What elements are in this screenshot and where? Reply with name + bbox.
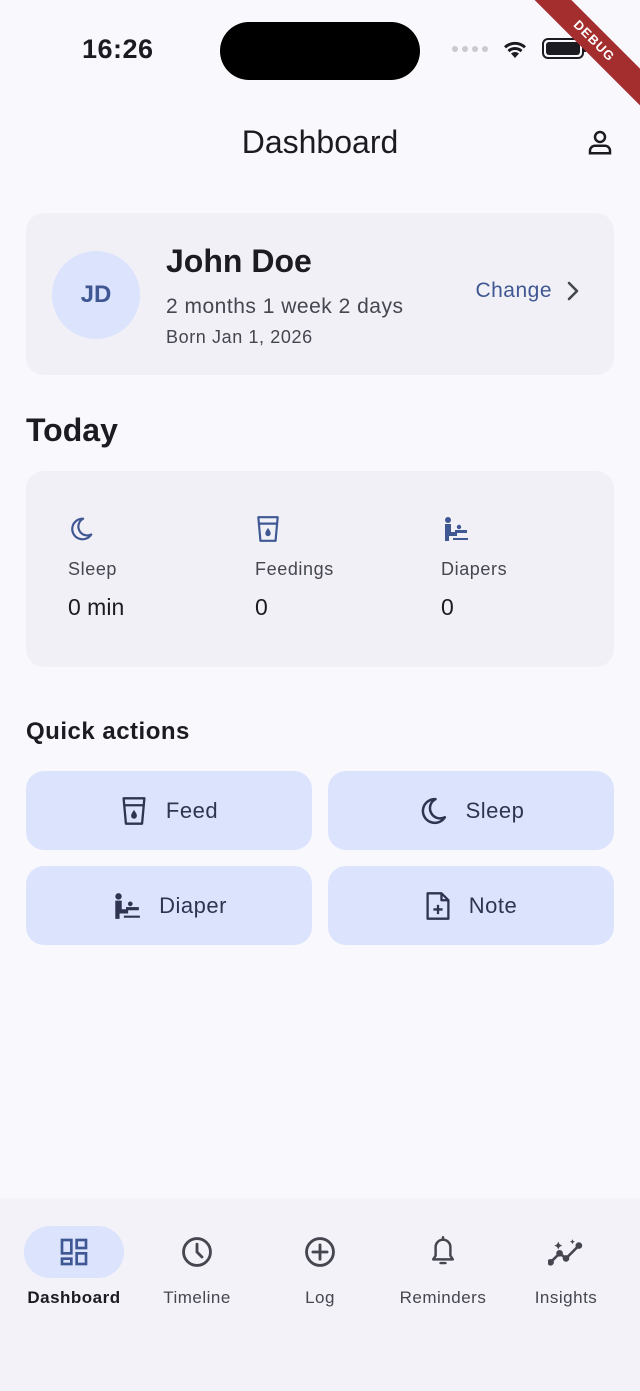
- status-time: 16:26: [82, 34, 154, 64]
- diaper-icon: [115, 892, 141, 919]
- stat-feedings: Feedings 0: [255, 515, 415, 621]
- baby-birthdate: Born Jan 1, 2026: [166, 327, 313, 347]
- today-heading: Today: [26, 412, 118, 448]
- nav-label: Log: [305, 1288, 335, 1307]
- change-baby-button[interactable]: Change: [475, 279, 580, 303]
- bottle-icon: [257, 516, 279, 542]
- baby-name: John Doe: [166, 243, 312, 279]
- add-circle-icon: [305, 1237, 335, 1267]
- signal-icon: [452, 45, 488, 52]
- stat-label: Feedings: [255, 559, 334, 579]
- nav-item-reminders[interactable]: Reminders: [381, 1226, 505, 1308]
- stat-label: Diapers: [441, 559, 508, 579]
- diaper-button-label: Diaper: [159, 892, 227, 918]
- page-title: Dashboard: [241, 124, 399, 160]
- nav-label: Reminders: [399, 1288, 487, 1307]
- note-button[interactable]: Note: [328, 866, 614, 945]
- baby-age: 2 months 1 week 2 days: [166, 295, 404, 318]
- dashboard-screen: 16:26 DEBUG Dashboard JD John Doe 2 mont…: [0, 0, 640, 1391]
- nav-label: Timeline: [163, 1288, 231, 1307]
- person-icon: [588, 130, 612, 155]
- stat-sleep: Sleep 0 min: [68, 515, 228, 621]
- nav-item-timeline[interactable]: Timeline: [135, 1226, 259, 1308]
- baby-profile-card: JD John Doe 2 months 1 week 2 days Born …: [26, 213, 614, 375]
- nav-item-dashboard[interactable]: Dashboard: [12, 1226, 136, 1308]
- today-summary-card: Sleep 0 min Feedings 0 Diapers 0: [26, 471, 614, 667]
- chevron-right-icon: [567, 281, 579, 301]
- quick-actions-heading: Quick actions: [26, 718, 190, 745]
- diaper-icon: [445, 517, 468, 541]
- nav-label: Insights: [534, 1288, 598, 1307]
- stat-label: Sleep: [68, 559, 118, 579]
- stat-value: 0: [441, 594, 454, 620]
- profile-button[interactable]: [582, 124, 618, 160]
- note-add-icon: [426, 891, 450, 920]
- stat-value: 0 min: [68, 594, 125, 620]
- stat-diapers: Diapers 0: [441, 515, 601, 621]
- nav-label: Dashboard: [27, 1288, 121, 1307]
- nav-item-insights[interactable]: Insights: [504, 1226, 628, 1308]
- diaper-button[interactable]: Diaper: [26, 866, 312, 945]
- bottle-icon: [122, 796, 146, 825]
- nav-item-log[interactable]: Log: [258, 1226, 382, 1308]
- feed-button-label: Feed: [165, 797, 219, 823]
- note-button-label: Note: [468, 892, 518, 918]
- avatar: JD: [52, 251, 140, 339]
- dynamic-island: [220, 22, 420, 80]
- feed-button[interactable]: Feed: [26, 771, 312, 850]
- bell-icon: [431, 1236, 455, 1265]
- wifi-icon: [504, 41, 526, 58]
- stat-value: 0: [255, 594, 268, 620]
- insights-icon: [548, 1239, 583, 1266]
- change-baby-label: Change: [475, 279, 552, 302]
- bottom-navigation: Dashboard Timeline Log Reminders Insight…: [0, 1200, 640, 1391]
- sleep-button[interactable]: Sleep: [328, 771, 614, 850]
- dashboard-icon: [60, 1238, 88, 1266]
- status-icons: [452, 38, 587, 59]
- clock-icon: [182, 1237, 212, 1267]
- moon-icon: [421, 797, 446, 824]
- sleep-button-label: Sleep: [465, 797, 525, 823]
- moon-icon: [71, 517, 93, 541]
